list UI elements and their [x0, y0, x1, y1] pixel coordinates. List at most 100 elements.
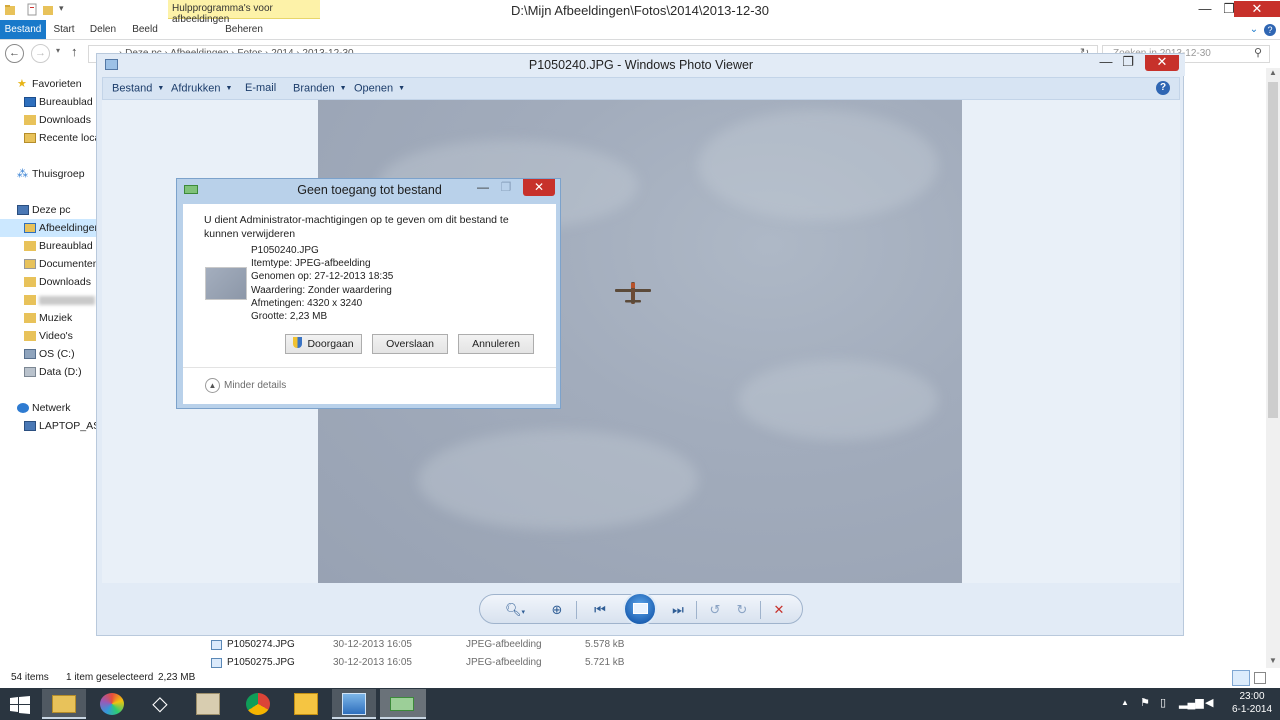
- show-hidden-icons-icon[interactable]: ▲: [1121, 698, 1129, 707]
- nav-item-bureaublad-2[interactable]: Bureaublad: [0, 237, 97, 255]
- file-row[interactable]: P1050274.JPG 30-12-2013 16:05 JPEG-afbee…: [208, 636, 808, 654]
- selection-count: 1 item geselecteerd: [66, 672, 154, 683]
- nav-item-afbeeldingen[interactable]: Afbeeldingen: [0, 219, 97, 237]
- taskbar-app-notepad[interactable]: [186, 689, 230, 719]
- actual-size-icon[interactable]: ⊕: [547, 601, 567, 619]
- menu-branden[interactable]: Branden ▼: [293, 78, 347, 99]
- viewer-close-button[interactable]: ✕: [1145, 55, 1179, 71]
- dropdown-caret-icon: ▼: [225, 85, 233, 92]
- recent-locations-icon[interactable]: ▾: [56, 46, 60, 55]
- nav-item-downloads[interactable]: Downloads: [0, 111, 97, 129]
- dialog-maximize-button[interactable]: ❐: [495, 181, 517, 195]
- nav-item-muziek[interactable]: Muziek: [0, 309, 97, 327]
- nav-item-videos[interactable]: Video's: [0, 327, 97, 345]
- viewer-maximize-button[interactable]: ❐: [1117, 55, 1139, 71]
- scroll-thumb[interactable]: [1268, 82, 1278, 418]
- nav-item-data-d[interactable]: Data (D:): [0, 363, 97, 381]
- access-denied-dialog: Geen toegang tot bestand — ❐ ✕ U dient A…: [176, 178, 561, 409]
- nav-item-laptop[interactable]: LAPTOP_ASU: [0, 417, 97, 435]
- star-icon: ★: [17, 78, 27, 90]
- menu-bestand[interactable]: Bestand ▼: [112, 78, 164, 99]
- dialog-close-button[interactable]: ✕: [523, 179, 555, 196]
- next-icon[interactable]: ⏭: [668, 601, 688, 619]
- nav-item-label: Data (D:): [39, 366, 82, 378]
- explorer-scrollbar[interactable]: ▲ ▼: [1266, 68, 1280, 668]
- nav-item-os-c[interactable]: OS (C:): [0, 345, 97, 363]
- taskbar-file-explorer[interactable]: [42, 689, 86, 719]
- nav-item-bureaublad[interactable]: Bureaublad: [0, 93, 97, 111]
- file-item-type: Itemtype: JPEG-afbeelding: [251, 258, 371, 269]
- nav-item-documenten[interactable]: Documenten: [0, 255, 97, 273]
- network-signal-icon[interactable]: ▂▄▆: [1179, 696, 1204, 709]
- minimize-button[interactable]: —: [1192, 1, 1218, 17]
- taskbar-picasa[interactable]: [90, 689, 134, 719]
- tab-beeld[interactable]: Beeld: [130, 20, 160, 39]
- action-center-flag-icon[interactable]: ⚑: [1140, 696, 1150, 709]
- viewer-menubar: Bestand ▼ Afdrukken ▼ E-mail Branden ▼ Open…: [102, 77, 1180, 100]
- notepad-icon: [196, 693, 220, 715]
- volume-icon[interactable]: ◀: [1205, 696, 1213, 709]
- viewer-title: P1050240.JPG - Windows Photo Viewer: [528, 58, 754, 72]
- nav-item-blurred[interactable]: [0, 291, 97, 309]
- nav-item-thuisgroep[interactable]: ⁂ Thuisgroep: [0, 165, 97, 183]
- delete-icon[interactable]: ✕: [769, 601, 789, 619]
- help-icon[interactable]: ?: [1264, 24, 1276, 36]
- fewer-details-toggle[interactable]: ▲ Minder details: [205, 378, 286, 394]
- chevron-up-icon: ▲: [205, 378, 220, 393]
- nav-item-netwerk[interactable]: Netwerk: [0, 399, 97, 417]
- taskbar-file-operation[interactable]: [380, 689, 426, 719]
- scroll-down-icon[interactable]: ▼: [1269, 656, 1277, 665]
- nav-item-downloads-2[interactable]: Downloads: [0, 273, 97, 291]
- taskbar-chrome[interactable]: [236, 689, 280, 719]
- viewer-minimize-button[interactable]: —: [1095, 55, 1117, 71]
- nav-item-recent[interactable]: Recente loca: [0, 129, 97, 147]
- ribbon-expand-icon[interactable]: ⌄: [1248, 20, 1260, 39]
- forward-button[interactable]: →: [31, 44, 50, 63]
- windows-logo-icon: [10, 696, 30, 714]
- documents-icon: [24, 259, 36, 269]
- music-icon: [24, 313, 36, 323]
- close-button[interactable]: ✕: [1234, 1, 1280, 17]
- nav-item-label: LAPTOP_ASU: [39, 420, 97, 432]
- search-icon[interactable]: ⚲: [1254, 46, 1262, 59]
- menu-openen[interactable]: Openen ▼: [354, 78, 405, 99]
- continue-button[interactable]: Doorgaan: [285, 334, 362, 354]
- tab-start[interactable]: Start: [50, 20, 78, 39]
- back-button[interactable]: ←: [5, 44, 24, 63]
- up-button[interactable]: ↑: [71, 44, 78, 59]
- system-tray: ▲ ⚑ ▯ ▂▄▆ ◀ 23:00 6-1-2014: [1115, 688, 1280, 720]
- tab-bestand[interactable]: Bestand: [0, 20, 46, 39]
- large-icons-view-icon[interactable]: [1254, 672, 1266, 684]
- slideshow-button[interactable]: [623, 592, 657, 626]
- menu-afdrukken[interactable]: Afdrukken ▼: [171, 78, 232, 99]
- menu-email[interactable]: E-mail: [245, 78, 276, 99]
- clock-date: 6-1-2014: [1231, 704, 1273, 715]
- file-rating: Waardering: Zonder waardering: [251, 285, 392, 296]
- cancel-button[interactable]: Annuleren: [458, 334, 534, 354]
- previous-icon[interactable]: ⏮: [590, 601, 610, 619]
- continue-label: Doorgaan: [307, 338, 354, 350]
- taskbar-app-diamond[interactable]: ◇: [138, 689, 182, 719]
- skip-button[interactable]: Overslaan: [372, 334, 448, 354]
- file-size: Grootte: 2,23 MB: [251, 311, 328, 322]
- zoom-icon[interactable]: 🔍︎▾: [502, 601, 528, 619]
- viewer-help-icon[interactable]: ?: [1156, 81, 1170, 95]
- tab-delen[interactable]: Delen: [88, 20, 118, 39]
- nav-item-label: Recente loca: [39, 132, 97, 144]
- nav-item-favorieten[interactable]: ★ Favorieten: [0, 75, 97, 93]
- rotate-counterclockwise-icon[interactable]: ↺: [705, 601, 725, 619]
- power-icon[interactable]: ▯: [1160, 696, 1166, 709]
- file-thumbnail: [205, 267, 247, 300]
- dialog-minimize-button[interactable]: —: [472, 181, 494, 195]
- nav-item-label: Netwerk: [32, 402, 71, 414]
- menu-label: Branden: [293, 82, 335, 95]
- taskbar-photo-viewer[interactable]: [332, 689, 376, 719]
- details-view-icon[interactable]: [1232, 670, 1250, 686]
- taskbar-app-mail[interactable]: [284, 689, 328, 719]
- rotate-clockwise-icon[interactable]: ↻: [732, 601, 752, 619]
- start-button[interactable]: [0, 689, 40, 719]
- scroll-up-icon[interactable]: ▲: [1269, 68, 1277, 77]
- clock[interactable]: 23:00 6-1-2014: [1227, 690, 1277, 716]
- tab-beheren[interactable]: Beheren: [224, 20, 264, 39]
- nav-item-deze-pc[interactable]: Deze pc: [0, 201, 97, 219]
